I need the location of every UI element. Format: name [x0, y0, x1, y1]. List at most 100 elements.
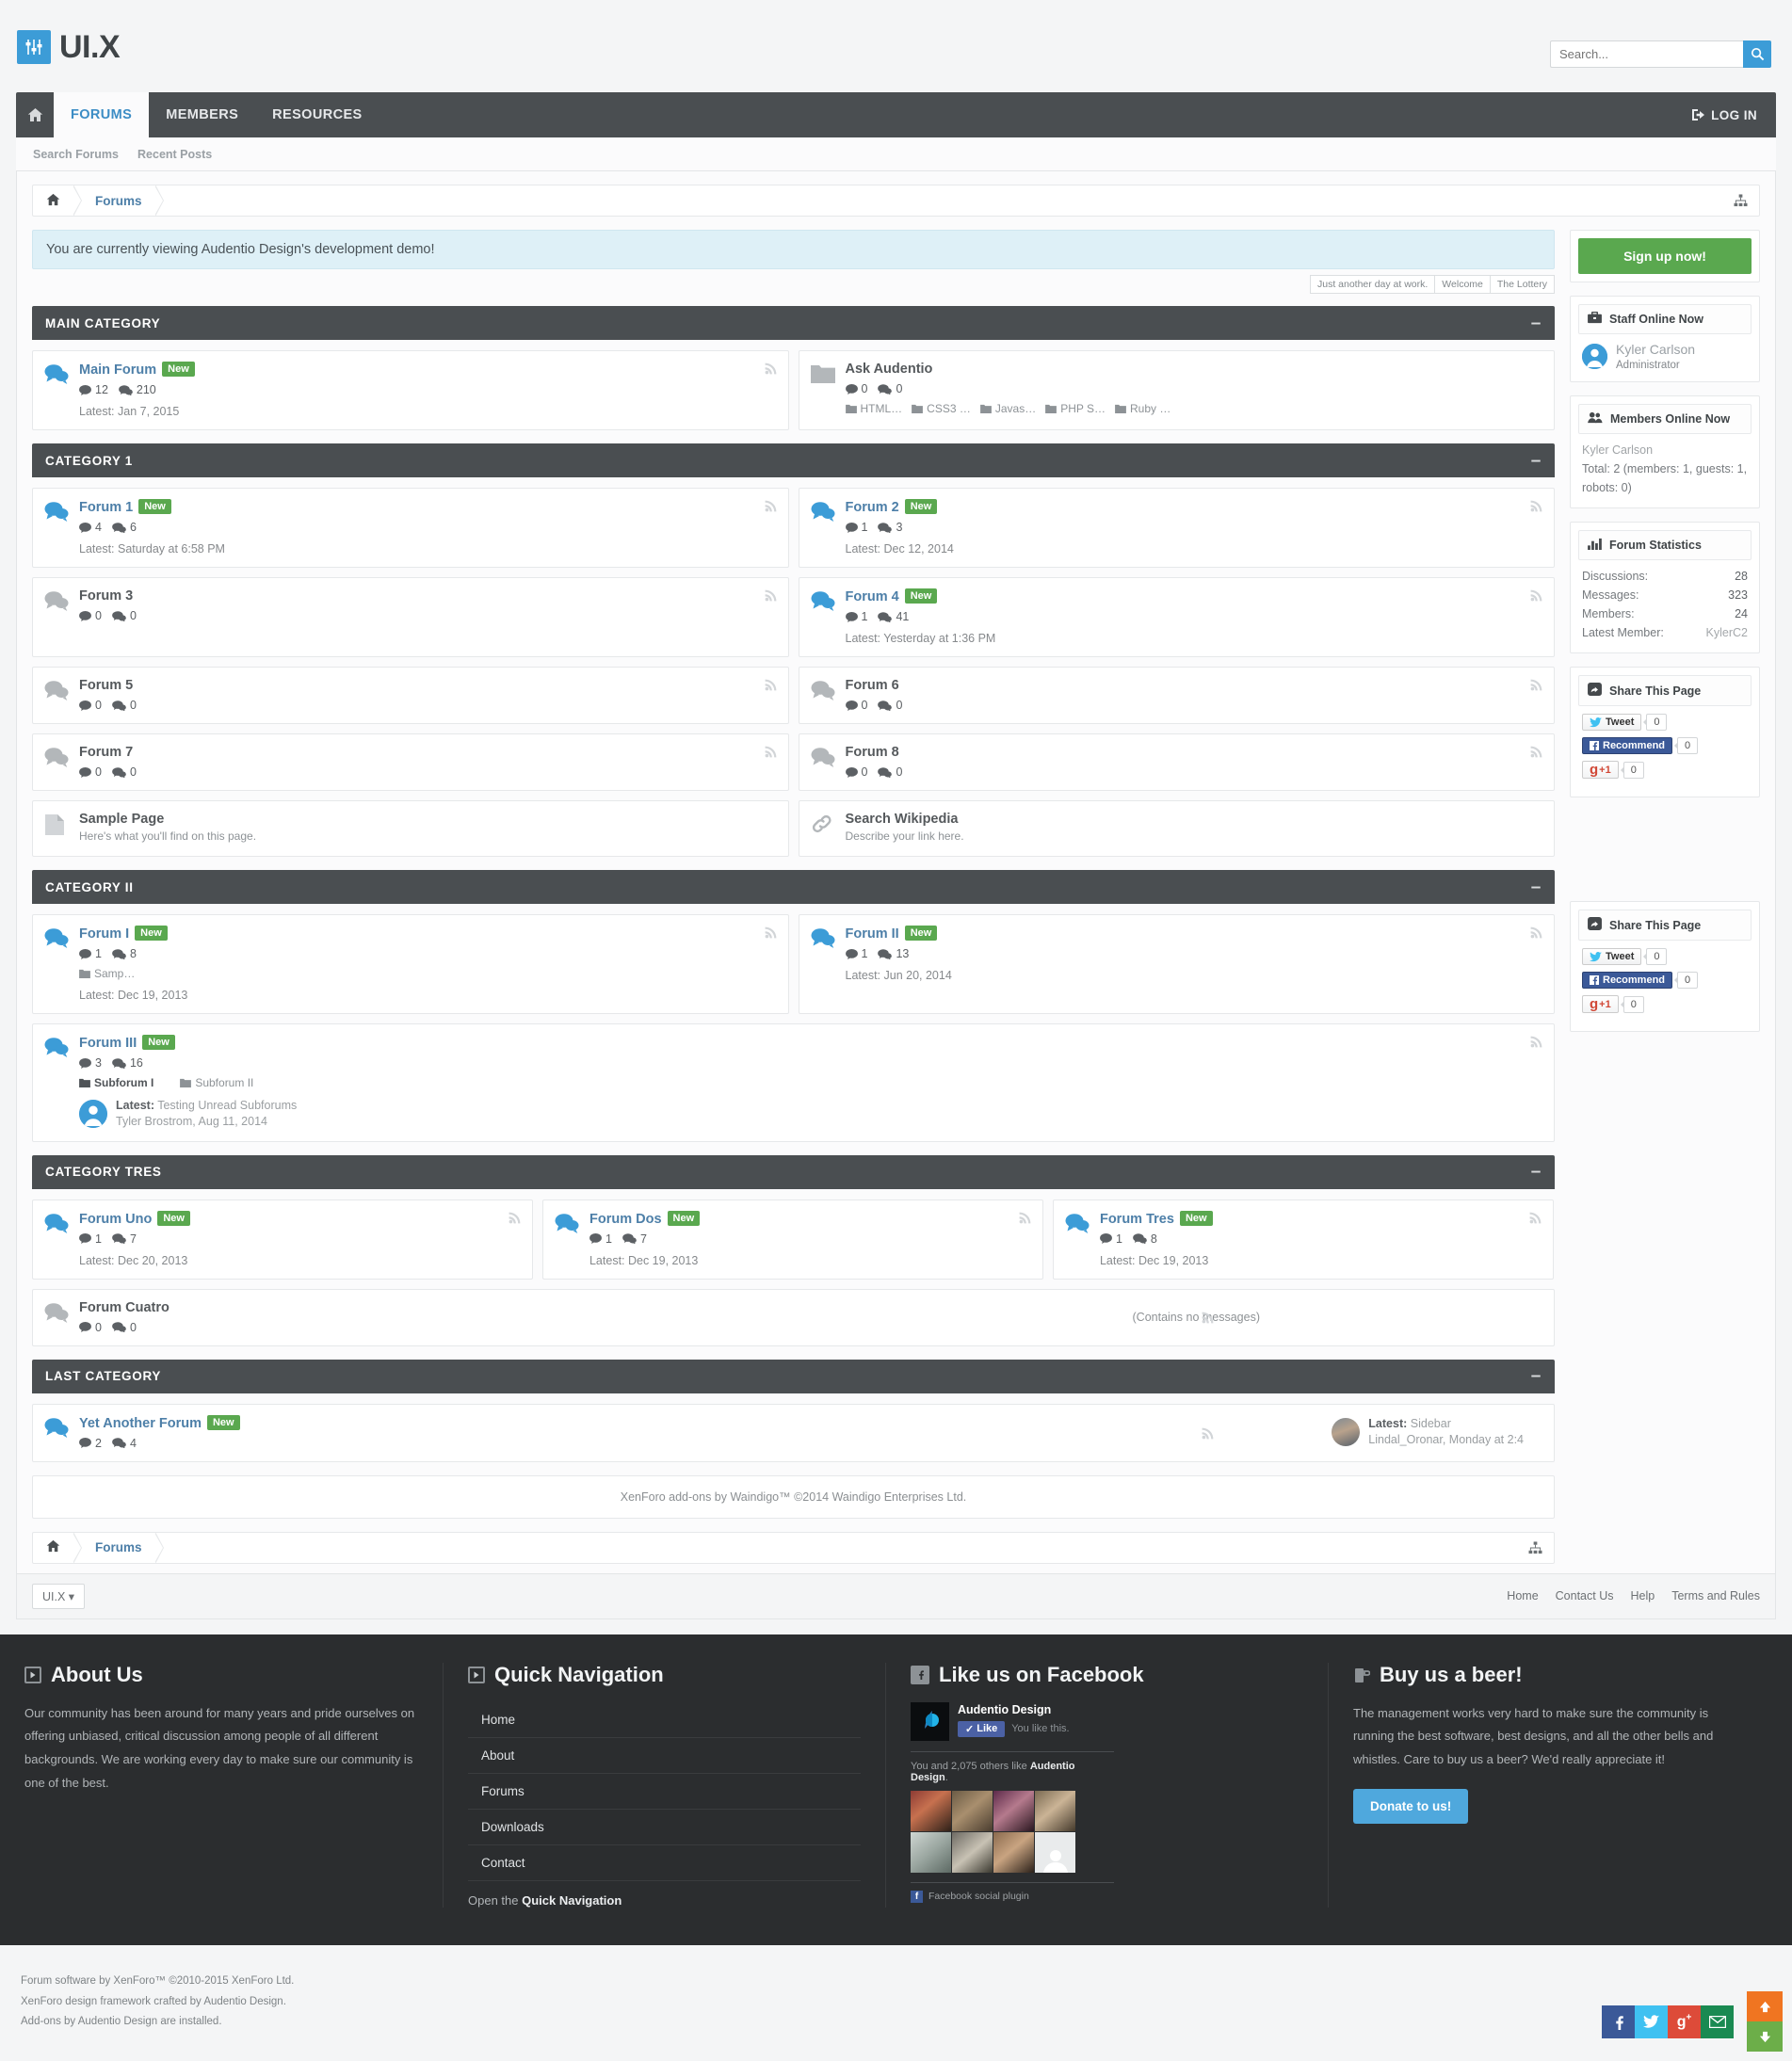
- subforum-link[interactable]: HTML…: [845, 402, 902, 415]
- tab-forums[interactable]: FORUMS: [54, 92, 150, 137]
- sitemap-icon[interactable]: [1734, 194, 1748, 210]
- subforum-link[interactable]: PHP S…: [1045, 402, 1106, 415]
- forum-node-title[interactable]: Forum 7: [79, 745, 133, 760]
- category-collapse-toggle[interactable]: –: [1531, 452, 1542, 470]
- forum-node[interactable]: Forum 600: [798, 667, 1555, 724]
- forum-node[interactable]: Forum 500: [32, 667, 789, 724]
- avatar[interactable]: [1332, 1418, 1361, 1447]
- forum-node-title[interactable]: Forum I: [79, 926, 129, 942]
- forum-node-title[interactable]: Search Wikipedia: [846, 812, 959, 827]
- stat-value[interactable]: KylerC2: [1706, 623, 1748, 642]
- googleplus-share-button[interactable]: g+: [1668, 2005, 1701, 2039]
- forum-node-title[interactable]: Forum 5: [79, 678, 133, 693]
- category-collapse-toggle[interactable]: –: [1531, 314, 1542, 332]
- scroll-to-top-button[interactable]: [1747, 1991, 1783, 2022]
- forum-node-title[interactable]: Forum 3: [79, 588, 133, 604]
- rss-icon[interactable]: [765, 588, 778, 604]
- forum-node-title[interactable]: Forum 6: [846, 678, 899, 693]
- googleplus-button[interactable]: g +1: [1582, 761, 1619, 780]
- forum-node[interactable]: Main Forum New 12 210 Latest: Jan 7, 2015: [32, 350, 789, 430]
- quicknav-item-home[interactable]: Home: [468, 1702, 861, 1738]
- rss-icon[interactable]: [765, 926, 778, 942]
- notice-tab[interactable]: The Lottery: [1489, 275, 1555, 294]
- tab-resources[interactable]: RESOURCES: [255, 92, 379, 137]
- last-post-user[interactable]: Tyler Brostrom: [116, 1115, 192, 1128]
- footer-link-contact-us[interactable]: Contact Us: [1556, 1589, 1614, 1602]
- forum-node-title[interactable]: Forum Uno: [79, 1212, 152, 1227]
- rss-icon[interactable]: [765, 745, 778, 761]
- forum-node[interactable]: Forum 300: [32, 577, 789, 657]
- rss-icon[interactable]: [765, 678, 778, 694]
- googleplus-button[interactable]: g +1: [1582, 995, 1619, 1014]
- last-post-title[interactable]: Testing Unread Subforums: [157, 1099, 297, 1112]
- quicknav-item-contact[interactable]: Contact: [468, 1845, 861, 1881]
- rss-icon[interactable]: [1019, 1211, 1032, 1227]
- rss-icon[interactable]: [1530, 678, 1543, 694]
- breadcrumb-forums[interactable]: Forums: [95, 194, 142, 208]
- forum-node[interactable]: Forum 800: [798, 733, 1555, 791]
- facebook-recommend-button[interactable]: Recommend: [1582, 737, 1673, 755]
- quicknav-item-about[interactable]: About: [468, 1738, 861, 1774]
- avatar[interactable]: [79, 1099, 107, 1128]
- forum-node[interactable]: Forum III New 3 16 Subforum I Subforum II Late…: [32, 1023, 1555, 1142]
- forum-node-title[interactable]: Forum Tres: [1100, 1212, 1174, 1227]
- footer-link-home[interactable]: Home: [1507, 1589, 1538, 1602]
- forum-node[interactable]: Ask Audentio 0 0 HTML… CSS3 … Javas… PHP S… Rub…: [798, 350, 1555, 430]
- forum-node-title[interactable]: Yet Another Forum: [79, 1416, 202, 1431]
- forum-node-title[interactable]: Forum Cuatro: [79, 1300, 170, 1315]
- quicknav-open-link[interactable]: Quick Navigation: [522, 1893, 622, 1908]
- forum-node[interactable]: Forum Dos New 1 7 Latest: Dec 19, 2013: [541, 1199, 1043, 1280]
- rss-icon[interactable]: [765, 362, 778, 378]
- forum-node-title[interactable]: Ask Audentio: [846, 362, 933, 377]
- subforum-link[interactable]: Samp…: [79, 967, 135, 980]
- breadcrumb-home-icon[interactable]: [46, 193, 60, 209]
- forum-node[interactable]: Forum 700: [32, 733, 789, 791]
- forum-node[interactable]: Forum 4 New 1 41 Latest: Yesterday at 1:36 P…: [798, 577, 1555, 657]
- subnav-search-forums[interactable]: Search Forums: [33, 148, 119, 161]
- login-button[interactable]: LOG IN: [1672, 92, 1776, 137]
- forum-node[interactable]: Forum I New 1 8 Samp… Latest: Dec 19, 2013: [32, 914, 789, 1014]
- forum-node[interactable]: Search Wikipedia Describe your link here.: [798, 800, 1555, 857]
- search-input[interactable]: [1550, 40, 1743, 68]
- facebook-recommend-button[interactable]: Recommend: [1582, 972, 1673, 990]
- site-logo[interactable]: UI.X: [17, 30, 121, 64]
- forum-node-title[interactable]: Main Forum: [79, 362, 156, 378]
- subforum-link[interactable]: Subforum I: [79, 1076, 153, 1089]
- tab-members[interactable]: MEMBERS: [149, 92, 255, 137]
- style-chooser[interactable]: UI.X ▾: [32, 1583, 86, 1609]
- forum-node[interactable]: Forum 1 New 4 6 Latest: Saturday at 6:58 PM: [32, 488, 789, 568]
- forum-node-title[interactable]: Forum 1: [79, 500, 133, 515]
- last-post-title[interactable]: Sidebar: [1411, 1417, 1451, 1430]
- rss-icon[interactable]: [1530, 499, 1543, 515]
- forum-node-title[interactable]: Forum Dos: [589, 1212, 662, 1227]
- tweet-button[interactable]: Tweet: [1582, 948, 1642, 966]
- twitter-share-button[interactable]: [1635, 2005, 1668, 2039]
- forum-node[interactable]: Forum Cuatro 0 0 (Contains no messages): [32, 1288, 1555, 1346]
- subforum-link[interactable]: CSS3 …: [912, 402, 971, 415]
- quicknav-item-forums[interactable]: Forums: [468, 1774, 861, 1810]
- rss-icon[interactable]: [509, 1211, 522, 1227]
- forum-node-title[interactable]: Sample Page: [79, 812, 164, 827]
- forum-node[interactable]: Forum Uno New 1 7 Latest: Dec 20, 2013: [32, 1199, 533, 1280]
- breadcrumb-home-icon[interactable]: [46, 1539, 60, 1555]
- rss-icon[interactable]: [1530, 1035, 1543, 1051]
- rss-icon[interactable]: [765, 499, 778, 515]
- rss-icon[interactable]: [1530, 588, 1543, 604]
- facebook-share-button[interactable]: [1602, 2005, 1635, 2039]
- email-share-button[interactable]: [1701, 2005, 1734, 2039]
- quicknav-item-downloads[interactable]: Downloads: [468, 1810, 861, 1845]
- forum-node-title[interactable]: Forum II: [846, 926, 899, 942]
- scroll-to-bottom-button[interactable]: [1747, 2021, 1783, 2053]
- facebook-like-button[interactable]: ✓ Like: [958, 1720, 1006, 1737]
- rss-icon[interactable]: [1530, 926, 1543, 942]
- subforum-link[interactable]: Javas…: [979, 402, 1036, 415]
- search-button[interactable]: [1743, 40, 1771, 68]
- footer-link-terms[interactable]: Terms and Rules: [1671, 1589, 1760, 1602]
- notice-tab[interactable]: Welcome: [1434, 275, 1491, 294]
- rss-icon[interactable]: [1529, 1211, 1542, 1227]
- subforum-link[interactable]: Subforum II: [180, 1076, 253, 1089]
- notice-tab[interactable]: Just another day at work.: [1309, 275, 1436, 294]
- sitemap-icon[interactable]: [1528, 1541, 1542, 1557]
- forum-node[interactable]: Yet Another Forum New 2 4 Latest: Sidebar Lin…: [32, 1403, 1555, 1462]
- donate-button[interactable]: Donate to us!: [1353, 1788, 1469, 1824]
